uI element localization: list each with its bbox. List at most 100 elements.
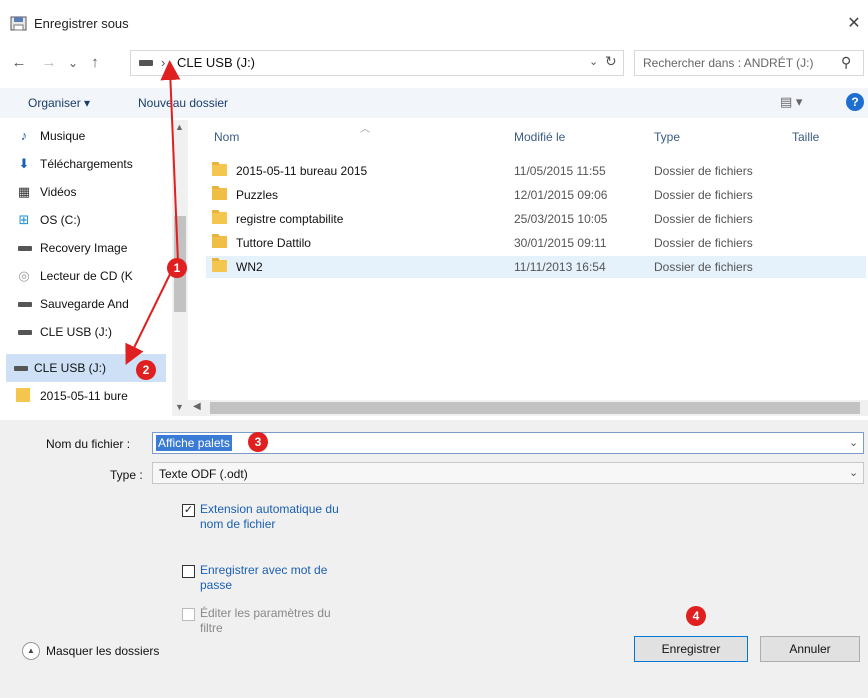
filter-checkbox[interactable] [182,608,195,621]
folder-icon [16,388,30,402]
sidebar-item-folder-2015[interactable]: 2015-05-11 bure [0,384,172,408]
sidebar-item-videos[interactable]: ▦ Vidéos [0,180,172,204]
video-icon: ▦ [17,184,31,199]
chevron-down-icon[interactable]: ⌄ [589,55,598,68]
navigation-pane: ♪ Musique ⬇ Téléchargements ▦ Vidéos ⊞ O… [0,120,188,416]
file-type: Dossier de fichiers [654,188,753,202]
search-placeholder: Rechercher dans : ANDRÉT (J:) [643,56,814,70]
file-row-selected[interactable]: WN2 11/11/2013 16:54 Dossier de fichiers [206,256,866,278]
file-type: Dossier de fichiers [654,236,753,250]
column-modified[interactable]: Modifié le [514,130,565,144]
filter-label: Éditer les paramètres du filtre [200,606,331,635]
new-folder-button[interactable]: Nouveau dossier [138,96,228,110]
filename-value[interactable]: Affiche palets [156,435,232,451]
folder-icon [212,210,227,224]
horizontal-scroll-thumb[interactable] [210,402,860,414]
scroll-down-icon[interactable]: ▼ [175,402,184,412]
sidebar-item-label: Musique [40,129,86,143]
title-bar [0,0,868,48]
file-date: 25/03/2015 10:05 [514,212,608,226]
annotation-badge-2: 2 [136,360,156,380]
drive-icon [14,366,28,371]
collapse-up-icon[interactable]: ▲ [22,642,40,660]
cancel-button[interactable]: Annuler [760,636,860,662]
refresh-icon[interactable]: ↻ [605,53,617,70]
filename-label: Nom du fichier : [46,437,131,451]
password-checkbox[interactable] [182,565,195,578]
chevron-down-icon[interactable]: ⌄ [849,466,858,479]
sidebar-item-sauvegarde[interactable]: Sauvegarde And [0,292,172,316]
file-name: Tuttore Dattilo [236,236,311,250]
address-bar[interactable]: › CLE USB (J:) ⌄ ↻ [130,50,624,76]
annotation-badge-4: 4 [686,606,706,626]
view-options-icon[interactable]: ▤ ▾ [780,94,802,110]
sidebar-item-label: 2015-05-11 bure [40,389,128,403]
search-input[interactable]: Rechercher dans : ANDRÉT (J:) ⚲ [634,50,864,76]
help-icon[interactable]: ? [846,93,864,111]
sidebar-item-cd-drive[interactable]: ◎ Lecteur de CD (K [0,264,172,288]
back-icon[interactable]: ← [8,52,30,74]
file-row[interactable]: Puzzles 12/01/2015 09:06 Dossier de fich… [206,184,866,206]
file-date: 12/01/2015 09:06 [514,188,608,202]
annotation-badge-3: 3 [248,432,268,452]
chevron-down-icon[interactable]: ⌄ [849,436,858,449]
file-row[interactable]: registre comptabilite 25/03/2015 10:05 D… [206,208,866,230]
file-type-select[interactable]: Texte ODF (.odt) ⌄ [152,462,864,484]
sidebar-item-os-c[interactable]: ⊞ OS (C:) [0,208,172,232]
folder-icon [212,186,227,200]
folder-icon [212,234,227,248]
folder-icon [212,162,227,176]
sort-ascending-icon: ︿ [360,124,370,135]
up-icon[interactable]: ↑ [84,52,106,74]
file-name: 2015-05-11 bureau 2015 [236,164,368,178]
file-type: Dossier de fichiers [654,260,753,274]
sidebar-item-label: CLE USB (J:) [40,325,113,339]
sidebar-item-label: OS (C:) [40,213,81,227]
file-row[interactable]: 2015-05-11 bureau 2015 11/05/2015 11:55 … [206,160,866,182]
address-path[interactable]: CLE USB (J:) [177,55,255,70]
file-date: 30/01/2015 09:11 [514,236,607,250]
close-button[interactable]: ✕ [840,10,868,38]
hide-folders-button[interactable]: Masquer les dossiers [46,644,159,658]
extension-checkbox[interactable]: ✓ [182,504,195,517]
sidebar-item-label: Téléchargements [40,157,133,171]
column-size[interactable]: Taille [792,130,819,144]
windows-drive-icon: ⊞ [18,212,30,227]
save-dialog-icon [10,16,28,32]
music-icon: ♪ [20,128,28,143]
recent-locations-icon[interactable]: ⌄ [62,52,84,74]
window-title: Enregistrer sous [34,16,129,31]
scroll-left-icon[interactable]: ◀ [193,401,201,412]
usb-drive-icon [139,60,153,66]
search-icon[interactable]: ⚲ [841,54,851,71]
file-date: 11/05/2015 11:55 [514,164,606,178]
file-name: WN2 [236,260,263,274]
sidebar-item-musique[interactable]: ♪ Musique [0,124,172,148]
forward-icon[interactable]: → [38,52,60,74]
password-label[interactable]: Enregistrer avec mot de passe [200,563,340,593]
type-label: Type : [110,468,143,482]
file-name: Puzzles [236,188,279,202]
sidebar-item-label: Vidéos [40,185,77,199]
save-button[interactable]: Enregistrer [634,636,748,662]
file-row[interactable]: Tuttore Dattilo 30/01/2015 09:11 Dossier… [206,232,866,254]
sidebar-item-label: Sauvegarde And [40,297,129,311]
toolbar: Organiser ▾ Nouveau dossier ▤ ▾ ? [0,88,868,118]
chevron-right-icon[interactable]: › [161,55,165,70]
sidebar-item-cle-usb[interactable]: CLE USB (J:) [0,320,172,344]
sidebar-item-telechargements[interactable]: ⬇ Téléchargements [0,152,172,176]
sidebar-item-recovery-image[interactable]: Recovery Image [0,236,172,260]
column-type[interactable]: Type [654,130,680,144]
annotation-badge-1: 1 [167,258,187,278]
file-date: 11/11/2013 16:54 [514,260,606,274]
folder-icon [212,258,227,272]
file-type: Dossier de fichiers [654,164,753,178]
sidebar-item-label: Recovery Image [40,241,128,255]
organise-button[interactable]: Organiser ▾ [28,96,90,110]
scroll-up-icon[interactable]: ▲ [175,122,184,132]
file-type-value: Texte ODF (.odt) [159,467,248,481]
file-type: Dossier de fichiers [654,212,753,226]
download-icon: ⬇ [18,156,30,171]
column-name[interactable]: Nom [214,130,239,144]
extension-label[interactable]: Extension automatique du nom de fichier [200,502,340,532]
